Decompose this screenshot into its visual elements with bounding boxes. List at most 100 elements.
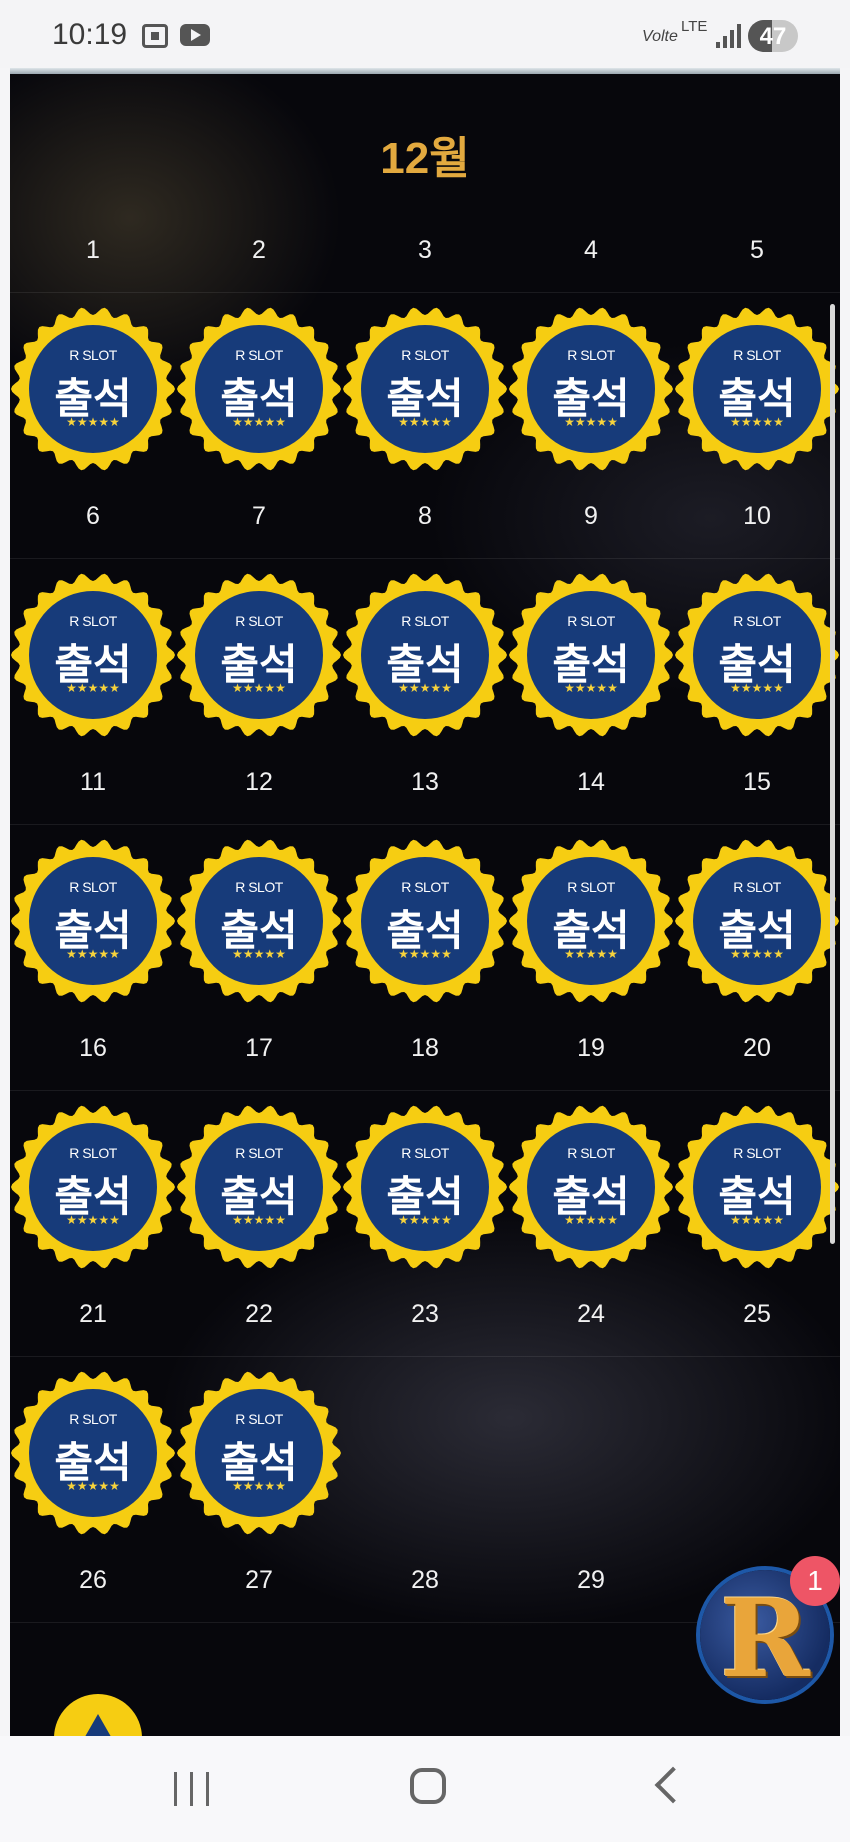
day-number: 18 xyxy=(411,1034,439,1062)
stamp-brand: R SLOT xyxy=(235,347,283,363)
stamp-brand: R SLOT xyxy=(567,1145,615,1161)
attendance-stamp[interactable]: R SLOT 출석 ★★★★★ xyxy=(11,1105,175,1269)
day-number: 28 xyxy=(411,1566,439,1594)
attendance-stamp[interactable]: R SLOT 출석 ★★★★★ xyxy=(11,1371,175,1535)
navigation-bar xyxy=(0,1736,850,1842)
attendance-stamp[interactable]: R SLOT 출석 ★★★★★ xyxy=(509,1105,673,1269)
attendance-stamp[interactable]: R SLOT 출석 ★★★★★ xyxy=(11,839,175,1003)
stamp-brand: R SLOT xyxy=(69,613,117,629)
attendance-stamp[interactable]: R SLOT 출석 ★★★★★ xyxy=(675,573,839,737)
stamp-stars: ★★★★★ xyxy=(232,947,286,961)
stamp-brand: R SLOT xyxy=(69,1411,117,1427)
row-divider xyxy=(10,558,840,559)
attendance-stamp[interactable]: R SLOT 출석 ★★★★★ xyxy=(177,573,341,737)
attendance-stamp[interactable]: R SLOT 출석 ★★★★★ xyxy=(675,839,839,1003)
day-number: 19 xyxy=(577,1034,605,1062)
stamp-stars: ★★★★★ xyxy=(66,947,120,961)
row-divider xyxy=(10,292,840,293)
day-number: 6 xyxy=(86,502,100,530)
stamp-stars: ★★★★★ xyxy=(564,681,618,695)
stamp-brand: R SLOT xyxy=(733,879,781,895)
day-number: 10 xyxy=(743,502,771,530)
battery-level: 47 xyxy=(759,23,787,50)
status-time: 10:19 xyxy=(52,18,128,51)
day-number: 24 xyxy=(577,1300,605,1328)
stamp-brand: R SLOT xyxy=(235,879,283,895)
stamp-stars: ★★★★★ xyxy=(730,681,784,695)
stamp-brand: R SLOT xyxy=(733,347,781,363)
stamp-stars: ★★★★★ xyxy=(564,415,618,429)
attendance-stamp[interactable]: R SLOT 출석 ★★★★★ xyxy=(11,307,175,471)
lte-indicator: LTE xyxy=(681,18,708,35)
status-bar: 10:19 Volte LTE 47 xyxy=(0,0,850,68)
stamp-stars: ★★★★★ xyxy=(66,415,120,429)
notification-badge: 1 xyxy=(790,1556,840,1606)
attendance-stamp[interactable]: R SLOT 출석 ★★★★★ xyxy=(11,573,175,737)
day-number: 4 xyxy=(584,236,598,264)
home-button[interactable] xyxy=(410,1768,446,1804)
day-number: 13 xyxy=(411,768,439,796)
stamp-brand: R SLOT xyxy=(69,347,117,363)
day-number: 2 xyxy=(252,236,266,264)
day-number: 9 xyxy=(584,502,598,530)
stamp-stars: ★★★★★ xyxy=(730,1213,784,1227)
stamp-stars: ★★★★★ xyxy=(730,415,784,429)
stamp-brand: R SLOT xyxy=(567,347,615,363)
day-number: 8 xyxy=(418,502,432,530)
stamp-brand: R SLOT xyxy=(401,613,449,629)
day-number: 21 xyxy=(79,1300,107,1328)
attendance-stamp[interactable]: R SLOT 출석 ★★★★★ xyxy=(343,573,507,737)
day-number: 29 xyxy=(577,1566,605,1594)
day-number: 27 xyxy=(245,1566,273,1594)
stamp-brand: R SLOT xyxy=(733,613,781,629)
stamp-stars: ★★★★★ xyxy=(398,681,452,695)
stamp-brand: R SLOT xyxy=(235,613,283,629)
stamp-stars: ★★★★★ xyxy=(398,947,452,961)
stamp-stars: ★★★★★ xyxy=(66,1479,120,1493)
day-number: 17 xyxy=(245,1034,273,1062)
day-number: 11 xyxy=(80,768,106,796)
attendance-stamp[interactable]: R SLOT 출석 ★★★★★ xyxy=(343,839,507,1003)
top-strip xyxy=(10,68,840,74)
stamp-stars: ★★★★★ xyxy=(66,681,120,695)
attendance-stamp[interactable]: R SLOT 출석 ★★★★★ xyxy=(343,1105,507,1269)
day-number: 25 xyxy=(743,1300,771,1328)
attendance-stamp[interactable]: R SLOT 출석 ★★★★★ xyxy=(177,839,341,1003)
stamp-brand: R SLOT xyxy=(567,879,615,895)
attendance-stamp[interactable]: R SLOT 출석 ★★★★★ xyxy=(177,1371,341,1535)
volte-indicator: Volte xyxy=(642,28,678,45)
day-number: 3 xyxy=(418,236,432,264)
signal-icon xyxy=(716,24,742,48)
month-title: 12월 xyxy=(380,134,470,183)
stamp-brand: R SLOT xyxy=(401,1145,449,1161)
recents-button[interactable] xyxy=(172,1772,212,1806)
day-number: 14 xyxy=(577,768,605,796)
attendance-stamp[interactable]: R SLOT 출석 ★★★★★ xyxy=(509,839,673,1003)
attendance-stamp[interactable]: R SLOT 출석 ★★★★★ xyxy=(675,307,839,471)
attendance-calendar[interactable]: 12월 1 R SLOT 출석 ★★★★★ 2 R SLOT 출석 ★★★★★ 3 R SLOT 출… xyxy=(10,68,840,1736)
attendance-stamp[interactable]: R SLOT 출석 ★★★★★ xyxy=(177,307,341,471)
day-number: 23 xyxy=(411,1300,439,1328)
attendance-stamp[interactable]: R SLOT 출석 ★★★★★ xyxy=(509,307,673,471)
attendance-stamp[interactable]: R SLOT 출석 ★★★★★ xyxy=(177,1105,341,1269)
scrollbar[interactable] xyxy=(830,304,835,1244)
attendance-stamp[interactable]: R SLOT 출석 ★★★★★ xyxy=(509,573,673,737)
stamp-brand: R SLOT xyxy=(69,879,117,895)
row-divider xyxy=(10,1356,840,1357)
stamp-brand: R SLOT xyxy=(235,1145,283,1161)
attendance-stamp[interactable]: R SLOT 출석 ★★★★★ xyxy=(675,1105,839,1269)
row-divider xyxy=(10,824,840,825)
back-button[interactable] xyxy=(654,1766,692,1804)
youtube-icon xyxy=(180,24,210,46)
screenshot-icon xyxy=(142,24,168,48)
day-number: 26 xyxy=(79,1566,107,1594)
stamp-brand: R SLOT xyxy=(401,879,449,895)
stamp-stars: ★★★★★ xyxy=(232,1479,286,1493)
scroll-to-top-button[interactable] xyxy=(54,1694,142,1736)
stamp-stars: ★★★★★ xyxy=(232,415,286,429)
stamp-brand: R SLOT xyxy=(567,613,615,629)
day-number: 7 xyxy=(252,502,266,530)
attendance-stamp[interactable]: R SLOT 출석 ★★★★★ xyxy=(343,307,507,471)
row-divider xyxy=(10,1090,840,1091)
stamp-stars: ★★★★★ xyxy=(730,947,784,961)
